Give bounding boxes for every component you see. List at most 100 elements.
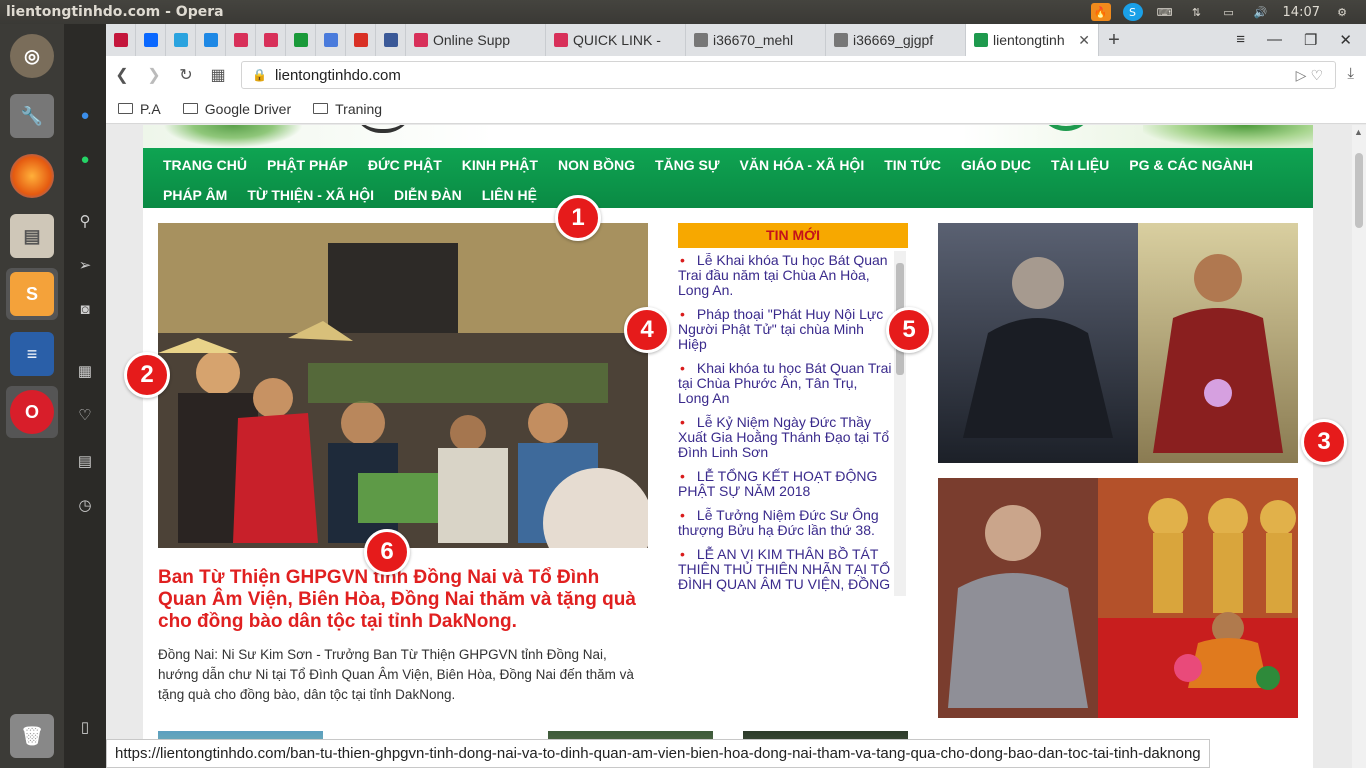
folder-icon [118,103,133,114]
browser-tab[interactable]: i36669_gjgpf [826,24,966,56]
nun-temple-image[interactable] [938,478,1298,718]
nav-item[interactable]: ĐỨC PHẬT [358,150,452,180]
news-list-item[interactable]: Lễ Kỷ Niệm Ngày Đức Thầy Xuất Gia Hoằng … [678,415,892,460]
launcher-opera[interactable]: O [6,386,58,438]
speed-dial-icon[interactable]: ▦ [74,360,96,382]
download-icon[interactable]: ⤓ [1347,65,1354,82]
news-icon[interactable]: ▤ [74,450,96,472]
maximize-button[interactable]: ❐ [1304,31,1317,49]
news-list-item[interactable]: Lễ Tưởng Niệm Đức Sư Ông thượng Bửu hạ Đ… [678,508,892,538]
browser-tab[interactable] [286,24,316,56]
banner-emblem [1038,125,1094,131]
tab-active[interactable]: lientongtinh ✕ [966,24,1099,56]
clock[interactable]: 14:07 [1283,5,1320,20]
search-icon[interactable]: ⚲ [74,210,96,232]
launcher-trash[interactable]: 🗑 [6,710,58,762]
url-text: lientongtinhdo.com [274,66,401,84]
url-field[interactable]: 🔒 lientongtinhdo.com ▷♡ [241,61,1336,89]
scroll-up-icon[interactable]: ▲ [1354,127,1363,137]
nav-list: TRANG CHỦ PHẬT PHÁP ĐỨC PHẬT KINH PHẬT NON B… [153,150,1303,210]
facebook-icon [383,33,398,47]
volume-icon[interactable]: 🔊 [1251,3,1271,21]
keyboard-icon[interactable]: ⌨ [1155,3,1175,21]
tab-label: lientongtinh [993,32,1065,48]
forward-button[interactable]: ❯ [138,65,170,85]
new-tab-button[interactable]: + [1099,29,1129,52]
news-list-item[interactable]: Pháp thoại "Phát Huy Nội Lực Người Phật … [678,307,892,352]
browser-tab[interactable] [346,24,376,56]
nav-item[interactable]: LIÊN HỆ [472,180,547,210]
battery-icon[interactable]: ▭ [1219,3,1239,21]
news-list-item[interactable]: LỄ AN VỊ KIM THÂN BỒ TÁT THIÊN THỦ THIÊN… [678,547,892,592]
minimize-button[interactable]: — [1267,31,1282,49]
browser-tab[interactable] [166,24,196,56]
launcher-settings[interactable]: 🔧 [6,90,58,142]
network-icon[interactable]: ⇅ [1187,3,1207,21]
flame-app-icon[interactable]: 🔥 [1090,3,1111,21]
bookmark-folder[interactable]: Traning [313,101,382,117]
monks-portrait-image[interactable] [938,223,1298,463]
browser-tab[interactable] [376,24,406,56]
document-editor-icon: ≡ [10,332,54,376]
nav-item[interactable]: PHÁP ÂM [153,180,237,210]
site-icon [554,33,568,47]
browser-tab[interactable] [136,24,166,56]
tab-menu-icon[interactable]: ≡ [1236,31,1245,49]
nav-item[interactable]: TRANG CHỦ [153,150,257,180]
close-window-button[interactable]: ✕ [1339,31,1352,49]
browser-tab[interactable] [226,24,256,56]
whatsapp-icon[interactable]: ● [74,148,96,170]
site-logo[interactable] [353,125,413,133]
bookmark-folder[interactable]: P.A [118,101,161,117]
opera-sidebar: ● ● ⚲ ➢ ◙ ▦ ♡ ▤ ◷ ▯ [64,24,106,768]
nav-item[interactable]: KINH PHẬT [452,150,548,180]
nav-item[interactable]: GIÁO DỤC [951,150,1041,180]
nav-item[interactable]: TIN TỨC [874,150,951,180]
launcher-writer[interactable]: ≡ [6,328,58,380]
nav-item[interactable]: DIỄN ĐÀN [384,180,472,210]
browser-tab[interactable]: i36670_mehl [686,24,826,56]
nav-item[interactable]: TĂNG SỰ [645,150,730,180]
launcher-files[interactable]: ▤ [6,210,58,262]
news-list-item[interactable]: Khai khóa tu học Bát Quan Trai tại Chùa … [678,361,892,406]
send-icon[interactable]: ➢ [74,254,96,276]
nav-item[interactable]: NON BỒNG [548,150,645,180]
annotation-marker: 5 [886,307,932,353]
sidebar-toggle-icon[interactable]: ▯ [74,716,96,738]
annotation-marker: 3 [1301,419,1347,465]
nav-item[interactable]: TỪ THIỆN - XÃ HỘI [237,180,384,210]
news-list-item[interactable]: LỄ TỔNG KẾT HOẠT ĐỘNG PHẬT SỰ NĂM 2018 [678,469,892,499]
news-scrollbar[interactable] [894,251,906,596]
close-tab-icon[interactable]: ✕ [1072,32,1090,49]
browser-tab[interactable] [316,24,346,56]
browser-tab[interactable]: QUICK LINK - [546,24,686,56]
launcher-app-orange[interactable]: S [6,268,58,320]
nav-item[interactable]: VĂN HÓA - XÃ HỘI [730,150,875,180]
snap-and-bookmark-icons[interactable]: ▷♡ [1296,67,1327,84]
browser-tab[interactable] [196,24,226,56]
ubuntu-logo-icon: ◎ [10,34,54,78]
messenger-icon[interactable]: ● [74,104,96,126]
history-icon[interactable]: ◷ [74,494,96,516]
speed-dial-icon[interactable]: ▦ [202,65,234,85]
browser-tab[interactable]: Online Supp [406,24,546,56]
heart-icon[interactable]: ♡ [74,404,96,426]
ubuntu-dash-button[interactable]: ◎ [6,30,58,82]
gear-icon[interactable]: ⚙ [1332,3,1352,21]
browser-tab[interactable] [106,24,136,56]
nav-item[interactable]: PG & CÁC NGÀNH [1119,150,1263,180]
featured-news-image[interactable] [158,223,648,548]
news-list-item[interactable]: Lễ Khai khóa Tu học Bát Quan Trai đầu nă… [678,253,892,298]
browser-tab[interactable] [256,24,286,56]
page-scrollbar[interactable]: ▲ [1352,125,1366,768]
nav-item[interactable]: PHẬT PHÁP [257,150,358,180]
featured-headline-link[interactable]: Ban Từ Thiện GHPGVN tỉnh Đồng Nai và Tổ … [158,567,648,633]
camera-icon[interactable]: ◙ [74,298,96,320]
skype-icon[interactable]: S [1122,3,1143,21]
nav-item[interactable]: TÀI LIỆU [1041,150,1119,180]
reload-button[interactable]: ↻ [170,65,202,85]
page-scrollbar-thumb[interactable] [1355,153,1363,228]
back-button[interactable]: ❮ [106,65,138,85]
bookmark-folder[interactable]: Google Driver [182,101,291,117]
launcher-firefox[interactable] [6,150,58,202]
